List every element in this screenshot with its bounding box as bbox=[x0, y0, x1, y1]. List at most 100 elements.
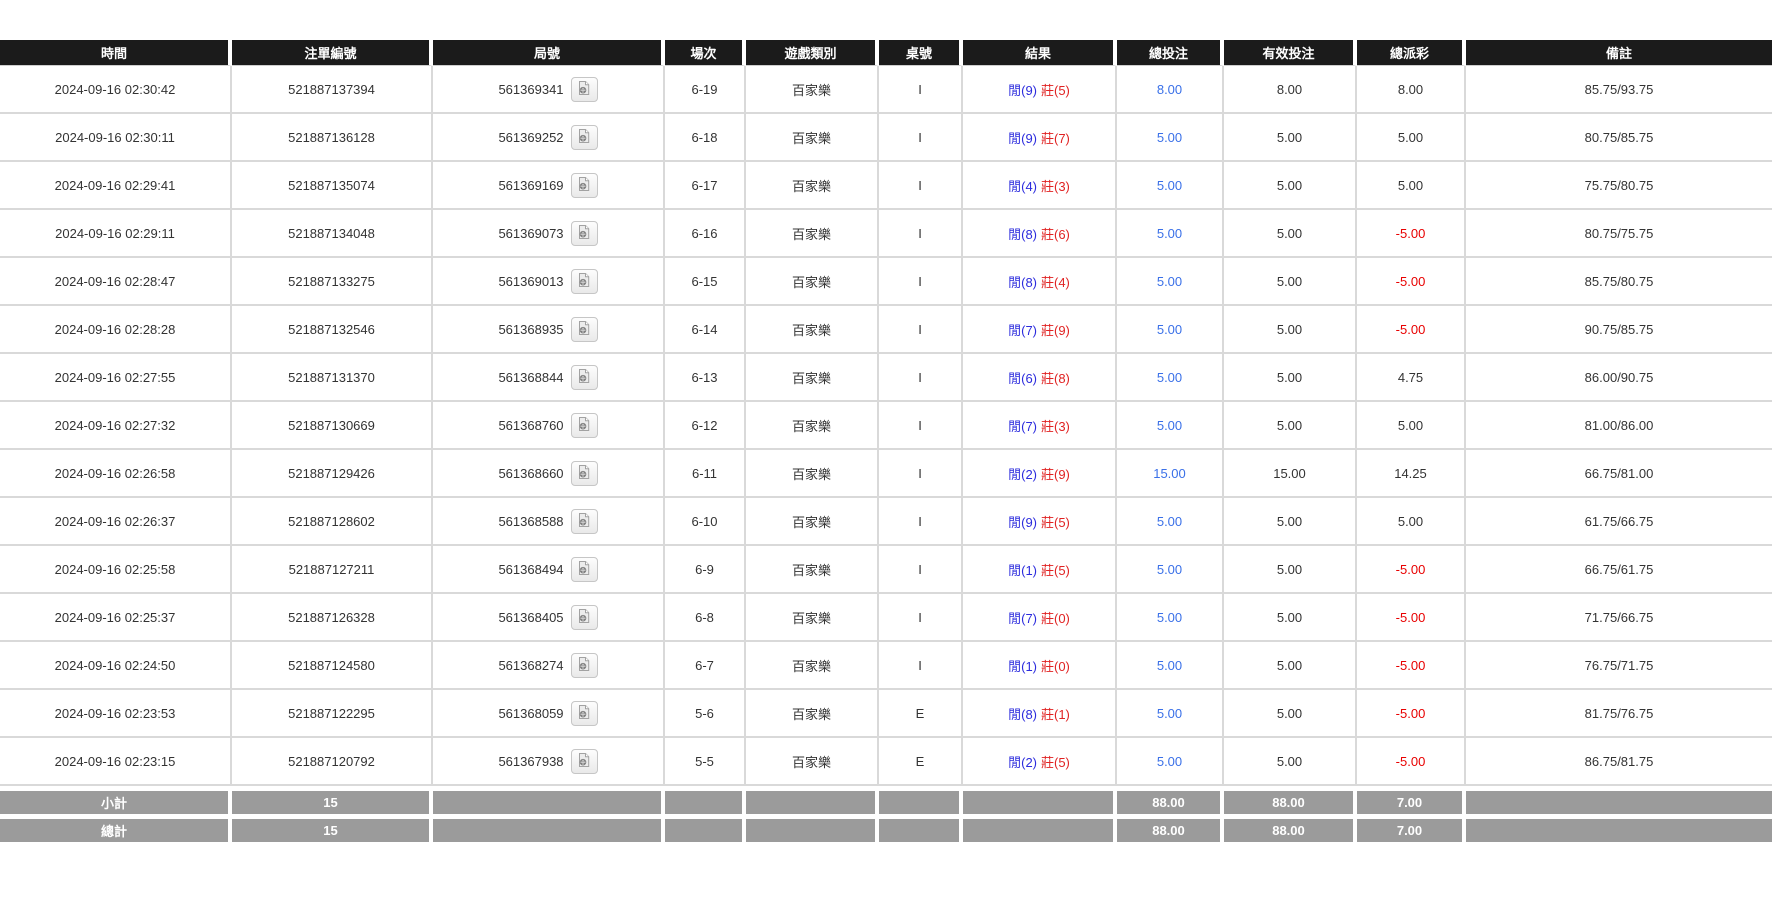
video-replay-button[interactable] bbox=[571, 557, 598, 582]
total-bet-link[interactable]: 8.00 bbox=[1157, 82, 1182, 97]
cell-session: 6-19 bbox=[665, 66, 746, 114]
total-bet-link[interactable]: 15.00 bbox=[1153, 466, 1186, 481]
grandtotal-row-empty bbox=[433, 814, 665, 842]
subtotal-row-empty bbox=[879, 786, 963, 814]
cell-game-type: 百家樂 bbox=[746, 258, 879, 306]
banker-result: 莊(3) bbox=[1041, 419, 1070, 434]
cell-table-no: I bbox=[879, 402, 963, 450]
cell-valid-bet: 5.00 bbox=[1224, 546, 1357, 594]
player-result: 閒(9) bbox=[1008, 131, 1037, 146]
total-bet-link[interactable]: 5.00 bbox=[1157, 370, 1182, 385]
banker-result: 莊(0) bbox=[1041, 659, 1070, 674]
total-bet-link[interactable]: 5.00 bbox=[1157, 226, 1182, 241]
table-row: 2024-09-16 02:27:32521887130669561368760… bbox=[0, 402, 1772, 450]
total-bet-link[interactable]: 5.00 bbox=[1157, 754, 1182, 769]
cell-result: 閒(9)莊(5) bbox=[963, 66, 1117, 114]
video-replay-button[interactable] bbox=[571, 125, 598, 150]
cell-result: 閒(4)莊(3) bbox=[963, 162, 1117, 210]
cell-round-id: 561368660 bbox=[433, 450, 665, 498]
cell-time: 2024-09-16 02:26:58 bbox=[0, 450, 232, 498]
total-bet-link[interactable]: 5.00 bbox=[1157, 322, 1182, 337]
total-bet-link[interactable]: 5.00 bbox=[1157, 418, 1182, 433]
cell-payout: 4.75 bbox=[1357, 354, 1466, 402]
cell-bet-id: 521887129426 bbox=[232, 450, 433, 498]
cell-time: 2024-09-16 02:28:47 bbox=[0, 258, 232, 306]
player-result: 閒(8) bbox=[1008, 707, 1037, 722]
cell-bet-id: 521887137394 bbox=[232, 66, 433, 114]
cell-session: 6-13 bbox=[665, 354, 746, 402]
table-row: 2024-09-16 02:25:58521887127211561368494… bbox=[0, 546, 1772, 594]
total-bet-link[interactable]: 5.00 bbox=[1157, 178, 1182, 193]
round-id-value: 561368844 bbox=[498, 370, 563, 385]
video-replay-button[interactable] bbox=[571, 461, 598, 486]
player-result: 閒(1) bbox=[1008, 563, 1037, 578]
cell-game-type: 百家樂 bbox=[746, 738, 879, 786]
table-row: 2024-09-16 02:28:47521887133275561369013… bbox=[0, 258, 1772, 306]
column-header-total_bet: 總投注 bbox=[1117, 40, 1224, 66]
cell-valid-bet: 5.00 bbox=[1224, 306, 1357, 354]
cell-result: 閒(1)莊(5) bbox=[963, 546, 1117, 594]
cell-table-no: I bbox=[879, 498, 963, 546]
video-replay-button[interactable] bbox=[571, 317, 598, 342]
cell-round-id: 561367938 bbox=[433, 738, 665, 786]
cell-round-id: 561368588 bbox=[433, 498, 665, 546]
cell-remark: 66.75/61.75 bbox=[1466, 546, 1772, 594]
banker-result: 莊(4) bbox=[1041, 275, 1070, 290]
video-replay-button[interactable] bbox=[571, 701, 598, 726]
cell-bet-id: 521887132546 bbox=[232, 306, 433, 354]
total-bet-link[interactable]: 5.00 bbox=[1157, 514, 1182, 529]
round-id-value: 561369073 bbox=[498, 226, 563, 241]
cell-valid-bet: 5.00 bbox=[1224, 738, 1357, 786]
cell-payout: -5.00 bbox=[1357, 258, 1466, 306]
grandtotal-row-payout: 7.00 bbox=[1357, 814, 1466, 842]
cell-session: 6-18 bbox=[665, 114, 746, 162]
banker-result: 莊(5) bbox=[1041, 83, 1070, 98]
cell-total-bet: 5.00 bbox=[1117, 498, 1224, 546]
grandtotal-row-empty bbox=[1466, 814, 1772, 842]
cell-game-type: 百家樂 bbox=[746, 642, 879, 690]
column-header-time: 時間 bbox=[0, 40, 232, 66]
video-replay-file-icon bbox=[576, 608, 592, 627]
total-bet-link[interactable]: 5.00 bbox=[1157, 658, 1182, 673]
video-replay-button[interactable] bbox=[571, 173, 598, 198]
cell-remark: 71.75/66.75 bbox=[1466, 594, 1772, 642]
column-header-bet_id: 注單編號 bbox=[232, 40, 433, 66]
cell-game-type: 百家樂 bbox=[746, 594, 879, 642]
video-replay-button[interactable] bbox=[571, 221, 598, 246]
subtotal-row-empty bbox=[433, 786, 665, 814]
video-replay-button[interactable] bbox=[571, 413, 598, 438]
round-id-value: 561368588 bbox=[498, 514, 563, 529]
video-replay-file-icon bbox=[576, 656, 592, 675]
cell-time: 2024-09-16 02:23:53 bbox=[0, 690, 232, 738]
cell-bet-id: 521887120792 bbox=[232, 738, 433, 786]
round-id-value: 561369341 bbox=[498, 82, 563, 97]
video-replay-button[interactable] bbox=[571, 77, 598, 102]
cell-session: 5-6 bbox=[665, 690, 746, 738]
total-bet-link[interactable]: 5.00 bbox=[1157, 562, 1182, 577]
cell-remark: 90.75/85.75 bbox=[1466, 306, 1772, 354]
banker-result: 莊(5) bbox=[1041, 755, 1070, 770]
table-header-row: 時間注單編號局號場次遊戲類別桌號結果總投注有效投注總派彩備註 bbox=[0, 40, 1772, 66]
cell-bet-id: 521887136128 bbox=[232, 114, 433, 162]
video-replay-button[interactable] bbox=[571, 605, 598, 630]
cell-payout: -5.00 bbox=[1357, 210, 1466, 258]
total-bet-link[interactable]: 5.00 bbox=[1157, 610, 1182, 625]
cell-round-id: 561368405 bbox=[433, 594, 665, 642]
cell-result: 閒(9)莊(7) bbox=[963, 114, 1117, 162]
cell-table-no: I bbox=[879, 354, 963, 402]
video-replay-button[interactable] bbox=[571, 269, 598, 294]
video-replay-button[interactable] bbox=[571, 509, 598, 534]
cell-session: 6-14 bbox=[665, 306, 746, 354]
total-bet-link[interactable]: 5.00 bbox=[1157, 130, 1182, 145]
video-replay-button[interactable] bbox=[571, 653, 598, 678]
video-replay-button[interactable] bbox=[571, 749, 598, 774]
cell-valid-bet: 8.00 bbox=[1224, 66, 1357, 114]
total-bet-link[interactable]: 5.00 bbox=[1157, 274, 1182, 289]
total-bet-link[interactable]: 5.00 bbox=[1157, 706, 1182, 721]
table-row: 2024-09-16 02:26:37521887128602561368588… bbox=[0, 498, 1772, 546]
cell-table-no: I bbox=[879, 546, 963, 594]
cell-session: 6-7 bbox=[665, 642, 746, 690]
cell-session: 6-17 bbox=[665, 162, 746, 210]
video-replay-button[interactable] bbox=[571, 365, 598, 390]
video-replay-file-icon bbox=[576, 128, 592, 147]
